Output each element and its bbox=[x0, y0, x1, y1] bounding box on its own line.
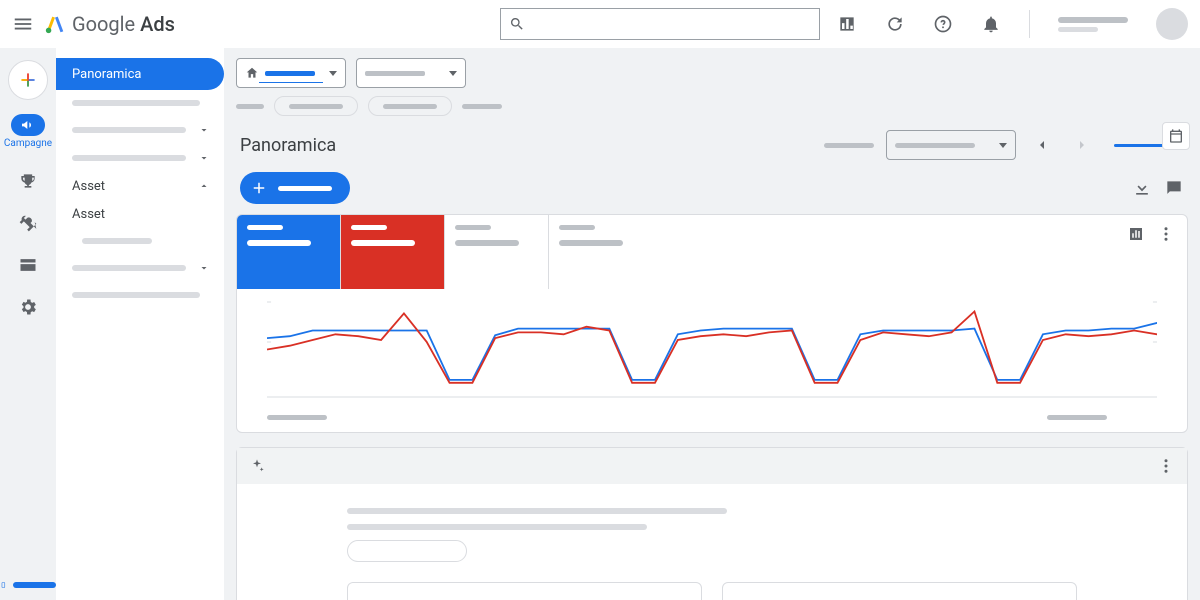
scorecard-more-button[interactable] bbox=[1157, 225, 1175, 243]
line-chart bbox=[267, 297, 1157, 407]
actions-row bbox=[224, 168, 1200, 214]
download-icon bbox=[1132, 178, 1152, 198]
topbar: Google Ads bbox=[0, 0, 1200, 48]
chevron-down-icon bbox=[198, 262, 210, 274]
recommendations-card bbox=[236, 447, 1188, 600]
sidebar-item-panoramica[interactable]: Panoramica bbox=[56, 58, 224, 90]
sidebar-item[interactable] bbox=[56, 144, 224, 172]
filter-chip-row bbox=[224, 96, 1200, 122]
date-next-button[interactable] bbox=[1068, 131, 1096, 159]
content: Panoramica bbox=[224, 48, 1200, 600]
ads-logo-icon bbox=[44, 13, 66, 35]
campaign-selector[interactable] bbox=[356, 58, 466, 88]
plus-multicolor-icon bbox=[18, 70, 38, 90]
x-end-label bbox=[1047, 415, 1107, 420]
bell-icon[interactable] bbox=[981, 14, 1001, 34]
more-vert-icon bbox=[1157, 457, 1175, 475]
card-icon bbox=[18, 255, 38, 275]
download-button[interactable] bbox=[1132, 178, 1152, 198]
feedback-button[interactable] bbox=[1164, 178, 1184, 198]
brand-logo[interactable]: Google Ads bbox=[44, 12, 175, 36]
account-switcher[interactable] bbox=[1058, 17, 1128, 32]
divider bbox=[1029, 10, 1030, 38]
tools-icon bbox=[18, 213, 38, 233]
chevron-up-icon bbox=[198, 180, 210, 192]
create-button[interactable] bbox=[8, 60, 48, 100]
metric-tab[interactable] bbox=[237, 215, 341, 289]
sidebar-item[interactable] bbox=[82, 238, 152, 244]
more-vert-icon bbox=[1157, 225, 1175, 243]
sidebar-item[interactable] bbox=[72, 100, 200, 106]
reports-icon[interactable] bbox=[837, 14, 857, 34]
chevron-down-icon bbox=[198, 152, 210, 164]
sparkle-icon bbox=[249, 458, 265, 474]
text-line bbox=[347, 524, 647, 530]
date-prev-button[interactable] bbox=[1028, 131, 1056, 159]
search-input[interactable] bbox=[500, 8, 820, 40]
sidebar-item-asset[interactable]: Asset bbox=[56, 172, 224, 200]
refresh-icon[interactable] bbox=[885, 14, 905, 34]
search-icon bbox=[509, 16, 525, 32]
filter-label bbox=[462, 104, 502, 109]
plus-icon bbox=[250, 179, 268, 197]
page-title: Panoramica bbox=[240, 135, 336, 156]
filter-chip[interactable] bbox=[368, 96, 452, 116]
sidebar-item[interactable] bbox=[56, 116, 224, 144]
trophy-icon bbox=[18, 171, 38, 191]
recommendation-chip[interactable] bbox=[347, 540, 467, 562]
recommendations-header bbox=[237, 448, 1187, 484]
sidebar-item-asset-sub[interactable]: Asset bbox=[56, 200, 224, 228]
avatar[interactable] bbox=[1156, 8, 1188, 40]
nav-admin[interactable] bbox=[18, 297, 38, 317]
sidebar-item[interactable] bbox=[56, 254, 224, 282]
calendar-icon bbox=[1168, 128, 1184, 144]
recommendation-item[interactable] bbox=[347, 582, 702, 600]
breadcrumb bbox=[224, 48, 1200, 88]
chart-settings-button[interactable] bbox=[1127, 225, 1145, 243]
sidebar-item-label: Panoramica bbox=[72, 67, 141, 82]
recommendation-item[interactable] bbox=[722, 582, 1077, 600]
account-selector[interactable] bbox=[236, 58, 346, 88]
metric-tab[interactable] bbox=[445, 215, 549, 289]
nav-footer[interactable] bbox=[0, 578, 56, 592]
menu-icon[interactable] bbox=[12, 13, 36, 35]
filter-chip[interactable] bbox=[274, 96, 358, 116]
brand-text: Google Ads bbox=[72, 12, 175, 36]
nav-billing[interactable] bbox=[18, 255, 38, 275]
metric-tab[interactable] bbox=[549, 215, 653, 289]
text-line bbox=[347, 508, 727, 514]
help-icon[interactable] bbox=[933, 14, 953, 34]
chart bbox=[237, 289, 1187, 415]
side-panel: Panoramica Asset Asset bbox=[56, 48, 224, 600]
chevron-down-icon bbox=[198, 124, 210, 136]
chevron-right-icon bbox=[1074, 137, 1090, 153]
sidebar-item[interactable] bbox=[72, 292, 200, 298]
metric-tabs bbox=[237, 215, 1187, 289]
scorecard bbox=[236, 214, 1188, 433]
x-start-label bbox=[267, 415, 327, 420]
nav-campagne[interactable]: Campagne bbox=[4, 114, 52, 149]
new-campaign-button[interactable] bbox=[240, 172, 350, 204]
nav-label: Campagne bbox=[4, 138, 52, 149]
page-header: Panoramica bbox=[224, 122, 1200, 168]
nav-goals[interactable] bbox=[18, 171, 38, 191]
megaphone-icon bbox=[20, 117, 36, 133]
chart-settings-icon bbox=[1127, 225, 1145, 243]
home-icon bbox=[245, 66, 259, 80]
comparison-label bbox=[824, 143, 874, 148]
chevron-left-icon bbox=[1034, 137, 1050, 153]
chart-footer bbox=[237, 415, 1187, 432]
filter-label bbox=[236, 104, 264, 109]
feedback-icon bbox=[1164, 178, 1184, 198]
gear-icon bbox=[18, 297, 38, 317]
recommendations-more-button[interactable] bbox=[1157, 457, 1175, 475]
device-icon bbox=[0, 578, 7, 592]
calendar-button[interactable] bbox=[1162, 122, 1190, 150]
recommendations-body bbox=[237, 484, 1187, 600]
nav-rail: Campagne bbox=[0, 48, 56, 600]
date-range-selector[interactable] bbox=[886, 130, 1016, 160]
nav-tools[interactable] bbox=[18, 213, 38, 233]
metric-tab[interactable] bbox=[341, 215, 445, 289]
